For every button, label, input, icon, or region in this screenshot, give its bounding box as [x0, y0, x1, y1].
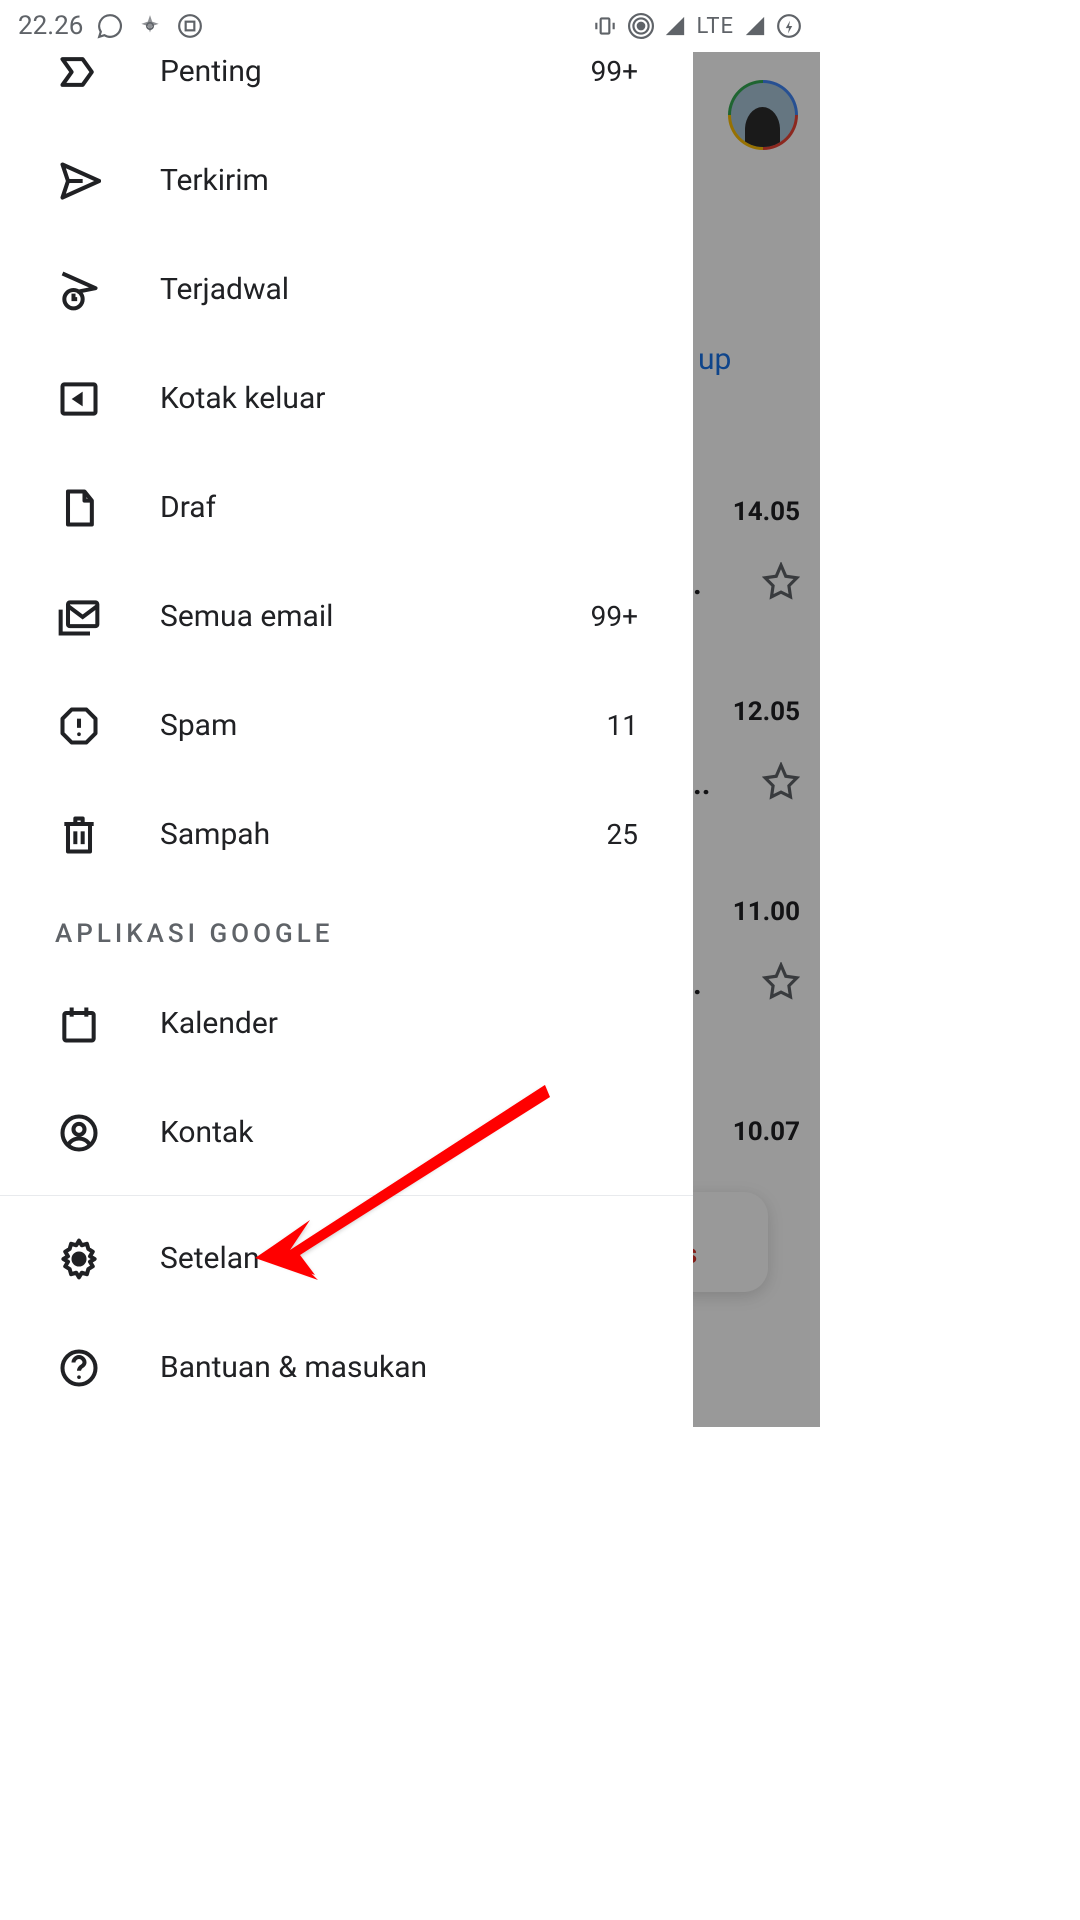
battery-icon: [776, 13, 802, 39]
nav-item-trash[interactable]: Sampah 25: [0, 780, 693, 889]
nav-item-badge: 99+: [591, 600, 638, 633]
nav-item-scheduled[interactable]: Terjadwal: [0, 235, 693, 344]
draft-icon: [55, 484, 103, 532]
nav-item-label: Semua email: [160, 599, 591, 634]
scheduled-icon: [55, 266, 103, 314]
nav-item-settings[interactable]: Setelan: [0, 1204, 693, 1313]
screenshot-icon: [177, 13, 203, 39]
calendar-icon: [55, 1000, 103, 1048]
signal-icon: [664, 15, 686, 37]
mail-time: 14.05: [733, 497, 800, 527]
spam-icon: [55, 702, 103, 750]
nav-item-label: Kontak: [160, 1115, 638, 1150]
network-label: LTE: [696, 14, 734, 39]
section-header-google-apps: APLIKASI GOOGLE: [0, 889, 693, 969]
nav-item-label: Sampah: [160, 817, 607, 852]
nav-item-important[interactable]: Penting 99+: [0, 52, 693, 126]
mail-time: 10.07: [733, 1117, 800, 1147]
settings-icon: [55, 1235, 103, 1283]
outbox-icon: [55, 375, 103, 423]
nav-item-calendar[interactable]: Kalender: [0, 969, 693, 1078]
nav-item-spam[interactable]: Spam 11: [0, 671, 693, 780]
send-icon: [55, 157, 103, 205]
setup-link-fragment: up: [698, 342, 731, 377]
hotspot-icon: [628, 13, 654, 39]
nav-item-label: Terjadwal: [160, 272, 638, 307]
divider: [0, 1195, 693, 1196]
star-icon[interactable]: [762, 562, 800, 604]
nav-item-badge: 99+: [591, 55, 638, 88]
account-avatar-button[interactable]: [720, 72, 805, 157]
nav-item-label: Bantuan & masukan: [160, 1350, 638, 1385]
nav-item-badge: 25: [607, 818, 638, 851]
nav-item-allmail[interactable]: Semua email 99+: [0, 562, 693, 671]
nav-item-label: Setelan: [160, 1241, 638, 1276]
star-icon[interactable]: [762, 962, 800, 1004]
photos-icon: [137, 13, 163, 39]
nav-item-label: Spam: [160, 708, 607, 743]
nav-item-label: Terkirim: [160, 163, 638, 198]
nav-item-outbox[interactable]: Kotak keluar: [0, 344, 693, 453]
whatsapp-icon: [97, 13, 123, 39]
nav-item-sent[interactable]: Terkirim: [0, 126, 693, 235]
trash-icon: [55, 811, 103, 859]
nav-item-help[interactable]: Bantuan & masukan: [0, 1313, 693, 1422]
nav-item-contacts[interactable]: Kontak: [0, 1078, 693, 1187]
status-bar: 22.26: [0, 0, 820, 52]
important-icon: [55, 52, 103, 96]
navigation-drawer: Penting 99+ Terkirim Terjadwal: [0, 52, 693, 1427]
star-icon[interactable]: [762, 762, 800, 804]
nav-item-label: Draf: [160, 490, 638, 525]
nav-item-drafts[interactable]: Draf: [0, 453, 693, 562]
mail-time: 12.05: [733, 697, 800, 727]
nav-item-label: Penting: [160, 54, 591, 89]
nav-item-label: Kalender: [160, 1006, 638, 1041]
status-time: 22.26: [18, 11, 83, 41]
help-icon: [55, 1344, 103, 1392]
contacts-icon: [55, 1109, 103, 1157]
allmail-icon: [55, 593, 103, 641]
signal-icon-2: [744, 15, 766, 37]
nav-item-label: Kotak keluar: [160, 381, 638, 416]
nav-item-badge: 11: [607, 709, 638, 742]
vibrate-icon: [592, 13, 618, 39]
mail-time: 11.00: [733, 897, 800, 927]
